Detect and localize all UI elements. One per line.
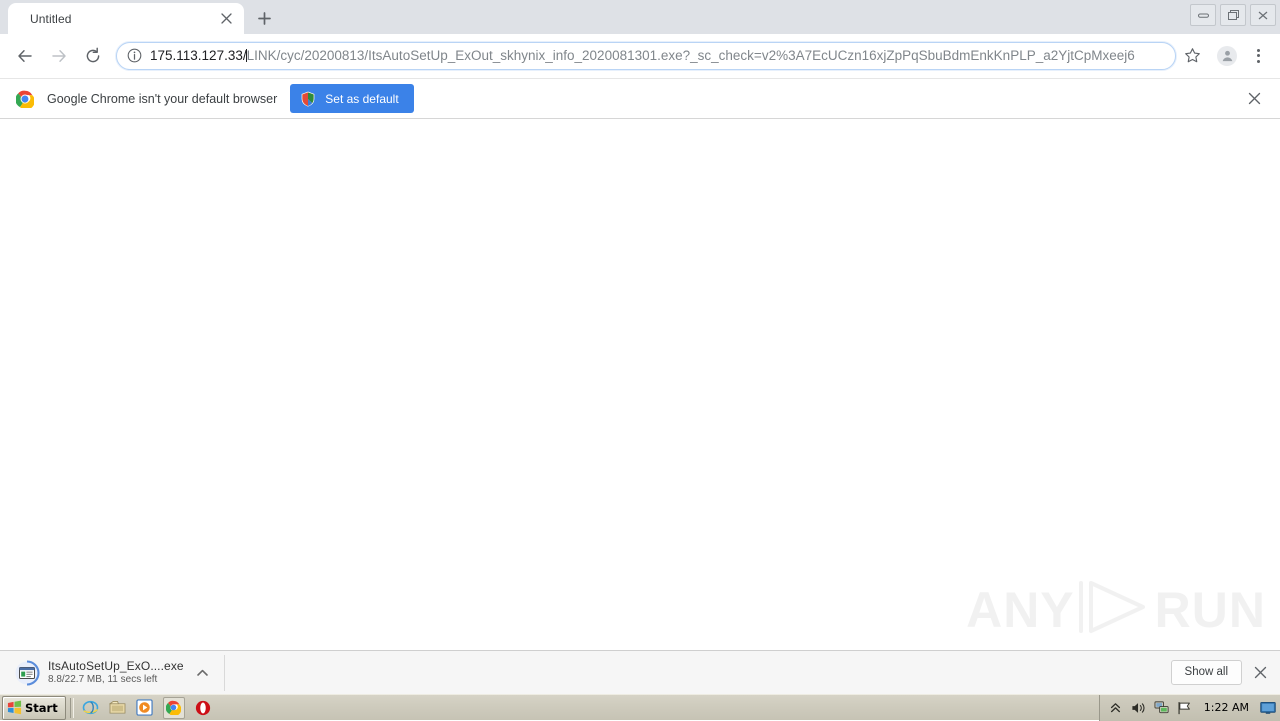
flag-icon[interactable] [1177, 700, 1193, 716]
download-status: 8.8/22.7 MB, 11 secs left [48, 673, 184, 686]
anyrun-watermark: ANY RUN [966, 579, 1266, 640]
info-circle-icon[interactable] [125, 47, 143, 65]
bookmark-star-icon[interactable] [1178, 42, 1206, 70]
minimize-button[interactable] [1190, 4, 1216, 26]
exe-file-icon [14, 660, 40, 686]
download-shelf: ItsAutoSetUp_ExO....exe 8.8/22.7 MB, 11 … [0, 650, 1280, 694]
address-bar[interactable]: 175.113.127.33/LINK/cyc/20200813/ItsAuto… [116, 42, 1176, 70]
download-menu-chevron-icon[interactable] [194, 664, 212, 682]
infobar-close-icon[interactable] [1244, 89, 1264, 109]
tab-close-icon[interactable] [218, 11, 234, 27]
start-button[interactable]: Start [2, 696, 66, 720]
browser-window: Untitled [0, 0, 1280, 694]
close-button[interactable] [1250, 4, 1276, 26]
download-item[interactable]: ItsAutoSetUp_ExO....exe 8.8/22.7 MB, 11 … [14, 655, 225, 691]
show-all-downloads-button[interactable]: Show all [1171, 660, 1242, 685]
opera-icon[interactable] [194, 699, 212, 717]
volume-icon[interactable] [1131, 700, 1147, 716]
restore-button[interactable] [1220, 4, 1246, 26]
set-as-default-button[interactable]: Set as default [290, 84, 413, 113]
internet-explorer-icon[interactable] [82, 699, 100, 717]
windows-shield-icon [300, 91, 316, 107]
show-desktop-icon[interactable] [1260, 700, 1276, 716]
browser-toolbar: 175.113.127.33/LINK/cyc/20200813/ItsAuto… [0, 34, 1280, 78]
back-button[interactable] [10, 41, 40, 71]
window-controls [1190, 0, 1280, 30]
media-player-icon[interactable] [136, 699, 154, 717]
tab-strip: Untitled [0, 0, 1280, 34]
watermark-right-text: RUN [1155, 585, 1266, 635]
browser-tab[interactable]: Untitled [8, 3, 244, 34]
taskbar-clock[interactable]: 1:22 AM [1200, 701, 1253, 714]
show-hidden-icons-icon[interactable] [1108, 700, 1124, 716]
url-path: LINK/cyc/20200813/ItsAutoSetUp_ExOut_skh… [247, 48, 1135, 63]
page-viewport: ANY RUN [0, 119, 1280, 650]
quick-launch-bar [82, 697, 212, 719]
avatar-icon [1217, 46, 1237, 66]
url-text[interactable]: 175.113.127.33/LINK/cyc/20200813/ItsAuto… [150, 48, 1169, 64]
profile-avatar[interactable] [1212, 41, 1242, 71]
network-icon[interactable] [1154, 700, 1170, 716]
three-dot-icon [1257, 49, 1260, 63]
taskbar-separator [70, 698, 74, 718]
download-filename: ItsAutoSetUp_ExO....exe [48, 659, 184, 673]
download-shelf-close-icon[interactable] [1250, 663, 1270, 683]
set-as-default-label: Set as default [325, 92, 398, 106]
watermark-left-text: ANY [966, 585, 1075, 635]
download-shelf-actions: Show all [1171, 660, 1270, 685]
file-explorer-icon[interactable] [109, 699, 127, 717]
download-meta: ItsAutoSetUp_ExO....exe 8.8/22.7 MB, 11 … [48, 659, 184, 686]
reload-button[interactable] [78, 41, 108, 71]
windows-flag-icon [7, 700, 22, 715]
tab-title: Untitled [30, 12, 218, 26]
default-browser-infobar: Google Chrome isn't your default browser… [0, 78, 1280, 119]
start-label: Start [25, 701, 58, 715]
chrome-menu-button[interactable] [1244, 41, 1272, 71]
new-tab-button[interactable] [250, 4, 278, 32]
url-host: 175.113.127.33/ [150, 48, 247, 63]
anyrun-play-logo-icon [1077, 579, 1153, 640]
infobar-message: Google Chrome isn't your default browser [47, 92, 277, 106]
windows-taskbar: Start [0, 694, 1280, 720]
forward-button[interactable] [44, 41, 74, 71]
google-chrome-icon[interactable] [163, 697, 185, 719]
chrome-logo-icon [16, 90, 34, 108]
system-tray: 1:22 AM [1099, 695, 1280, 721]
